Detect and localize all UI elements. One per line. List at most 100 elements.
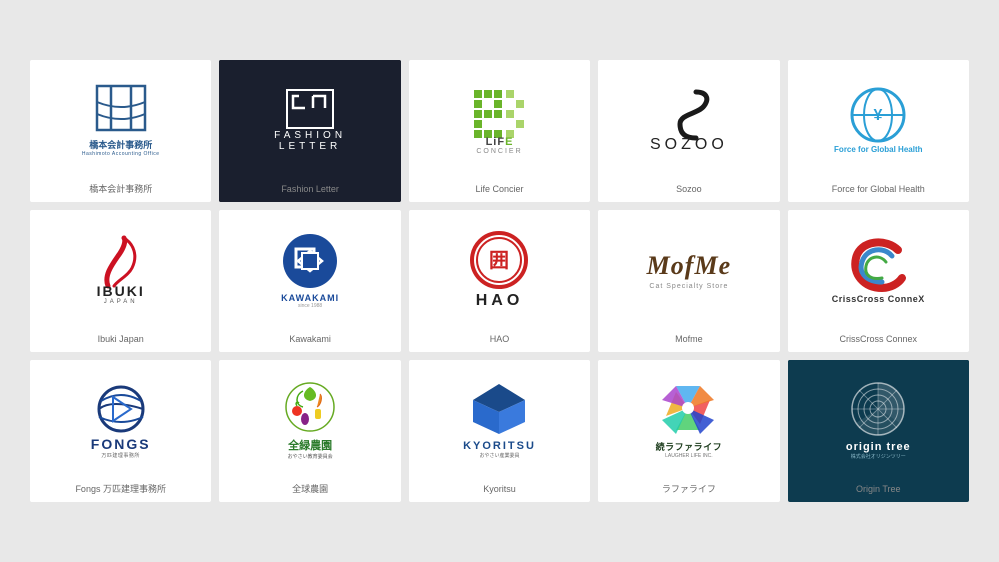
laugh-icon (656, 380, 721, 438)
logo-card-hao[interactable]: 囲 HAO HAO (409, 210, 590, 352)
life-subtext: CONCIER (476, 148, 522, 155)
life-logo: LiFE CONCIER (464, 85, 534, 155)
farm-text: 全緑農園 (288, 437, 332, 453)
hao-icon: 囲 (469, 230, 529, 290)
fongs-text: FONGS (91, 436, 151, 452)
fashion-text1: FASHION (274, 130, 346, 141)
laugh-logo: 続ラファライフ LAUGHER LIFE INC. (656, 380, 723, 459)
logo-visual-ibuki: IBUKI JAPAN (30, 210, 211, 330)
hao-label: HAO (486, 330, 514, 352)
logo-visual-mofme: MofMe Cat Specialty Store (598, 210, 779, 330)
hashimoto-icon (93, 84, 149, 136)
fongs-logo: FONGS 万匹建理事務所 (91, 381, 151, 459)
farm-label: 全球農園 (288, 480, 332, 502)
crisscross-label: CrissCross Connex (836, 330, 922, 352)
origin-logo: origin tree 株式会社オリジンツリー (846, 379, 911, 460)
kyoritsu-icon (467, 380, 532, 438)
logo-card-life-concier[interactable]: LiFE CONCIER Life Concier (409, 60, 590, 202)
farm-subtext: おやさい教育委員会 (288, 453, 333, 460)
logo-card-sozoo[interactable]: SOZOO Sozoo (598, 60, 779, 202)
svg-text:囲: 囲 (489, 250, 509, 272)
hashimoto-roman: Hashimoto Accounting Office (82, 151, 160, 157)
logo-card-zenryoku-farm[interactable]: 全緑農園 おやさい教育委員会 全球農園 (219, 360, 400, 502)
sozoo-label: Sozoo (672, 180, 706, 202)
ibuki-text: IBUKI (97, 283, 145, 299)
logo-visual-hao: 囲 HAO (409, 210, 590, 330)
mofme-label: Mofme (671, 330, 707, 352)
fashion-icon (285, 88, 335, 130)
svg-text:¥: ¥ (874, 107, 883, 124)
logo-visual-farm: 全緑農園 おやさい教育委員会 (219, 360, 400, 480)
logo-visual-crisscross: CrissCross ConneX (788, 210, 969, 330)
sozoo-logo: SOZOO (650, 86, 728, 154)
logo-visual-fongs: FONGS 万匹建理事務所 (30, 360, 211, 480)
kawakami-text: KAWAKAMI (281, 293, 339, 303)
life-text: LiFE (486, 136, 514, 148)
logo-card-origin-tree[interactable]: origin tree 株式会社オリジンツリー Origin Tree (788, 360, 969, 502)
life-icon (464, 85, 534, 140)
origin-text: origin tree (846, 441, 911, 453)
logo-visual-kawakami: KAWAKAMI since 1988 (219, 210, 400, 330)
fongs-subtext: 万匹建理事務所 (101, 452, 140, 459)
logo-card-kawakami[interactable]: KAWAKAMI since 1988 Kawakami (219, 210, 400, 352)
hashimoto-kanji: 橋本会計事務所 (89, 138, 152, 151)
hashimoto-label: 橋本会計事務所 (85, 180, 156, 202)
logo-card-kyoritsu[interactable]: KYORITSU おやさい産業委員 Kyoritsu (409, 360, 590, 502)
kyoritsu-subtext: おやさい産業委員 (479, 452, 519, 459)
kyoritsu-logo: KYORITSU おやさい産業委員 (463, 380, 536, 459)
sozoo-text: SOZOO (650, 136, 728, 154)
logo-card-ibuki-japan[interactable]: IBUKI JAPAN Ibuki Japan (30, 210, 211, 352)
ibuki-subtext: JAPAN (104, 299, 138, 305)
origin-subtext: 株式会社オリジンツリー (851, 453, 906, 460)
kyoritsu-label: Kyoritsu (479, 480, 520, 502)
logo-card-hashimoto[interactable]: 橋本会計事務所 Hashimoto Accounting Office 橋本会計… (30, 60, 211, 202)
kawakami-icon (280, 231, 340, 291)
ibuki-logo: IBUKI JAPAN (96, 236, 146, 305)
logo-visual-hashimoto: 橋本会計事務所 Hashimoto Accounting Office (30, 60, 211, 180)
logo-visual-life: LiFE CONCIER (409, 60, 590, 180)
force-text: Force for Global Health (834, 145, 922, 155)
logo-card-mofme[interactable]: MofMe Cat Specialty Store Mofme (598, 210, 779, 352)
logo-card-laugher-life[interactable]: 続ラファライフ LAUGHER LIFE INC. ラファライフ (598, 360, 779, 502)
hao-text: HAO (476, 292, 524, 310)
fongs-label: Fongs 万匹建理事務所 (71, 480, 170, 502)
logo-visual-force: ¥ Force for Global Health (788, 60, 969, 180)
farm-icon (275, 379, 345, 437)
fashion-logo: FASHION LETTER (274, 88, 346, 152)
life-label: Life Concier (471, 180, 527, 202)
force-label: Force for Global Health (828, 180, 929, 202)
logo-card-force-global-health[interactable]: ¥ Force for Global Health Force for Glob… (788, 60, 969, 202)
mofme-text: MofMe (647, 251, 731, 281)
laugh-subtext: LAUGHER LIFE INC. (665, 453, 713, 459)
farm-logo: 全緑農園 おやさい教育委員会 (275, 379, 345, 460)
fongs-icon (91, 381, 151, 436)
mofme-subtext: Cat Specialty Store (649, 283, 728, 290)
force-logo: ¥ Force for Global Health (834, 85, 922, 155)
origin-label: Origin Tree (852, 480, 905, 502)
laugh-text: 続ラファライフ (656, 440, 723, 453)
ibuki-label: Ibuki Japan (94, 330, 148, 352)
logo-visual-origin: origin tree 株式会社オリジンツリー (788, 360, 969, 480)
logo-gallery: 橋本会計事務所 Hashimoto Accounting Office 橋本会計… (0, 40, 999, 521)
kawakami-logo: KAWAKAMI since 1988 (280, 231, 340, 309)
kyoritsu-text: KYORITSU (463, 440, 536, 452)
hao-logo: 囲 HAO (469, 230, 529, 310)
logo-card-fashion-letter[interactable]: FASHION LETTER Fashion Letter (219, 60, 400, 202)
crisscross-text: CrissCross ConneX (832, 294, 925, 304)
kawakami-subtext: since 1988 (298, 303, 322, 309)
hashimoto-logo: 橋本会計事務所 Hashimoto Accounting Office (82, 84, 160, 157)
kawakami-label: Kawakami (285, 330, 335, 352)
crisscross-logo: CrissCross ConneX (832, 236, 925, 304)
fashion-text2: LETTER (279, 141, 341, 152)
logo-card-fongs[interactable]: FONGS 万匹建理事務所 Fongs 万匹建理事務所 (30, 360, 211, 502)
force-icon: ¥ (848, 85, 908, 145)
fashion-label: Fashion Letter (219, 180, 400, 202)
mofme-logo: MofMe Cat Specialty Store (647, 251, 731, 290)
logo-card-crisscross[interactable]: CrissCross ConneX CrissCross Connex (788, 210, 969, 352)
logo-visual-fashion: FASHION LETTER (219, 60, 400, 180)
logo-visual-kyoritsu: KYORITSU おやさい産業委員 (409, 360, 590, 480)
origin-icon (848, 379, 908, 439)
laugh-label: ラファライフ (658, 480, 720, 502)
logo-visual-sozoo: SOZOO (598, 60, 779, 180)
crisscross-icon (848, 236, 908, 294)
